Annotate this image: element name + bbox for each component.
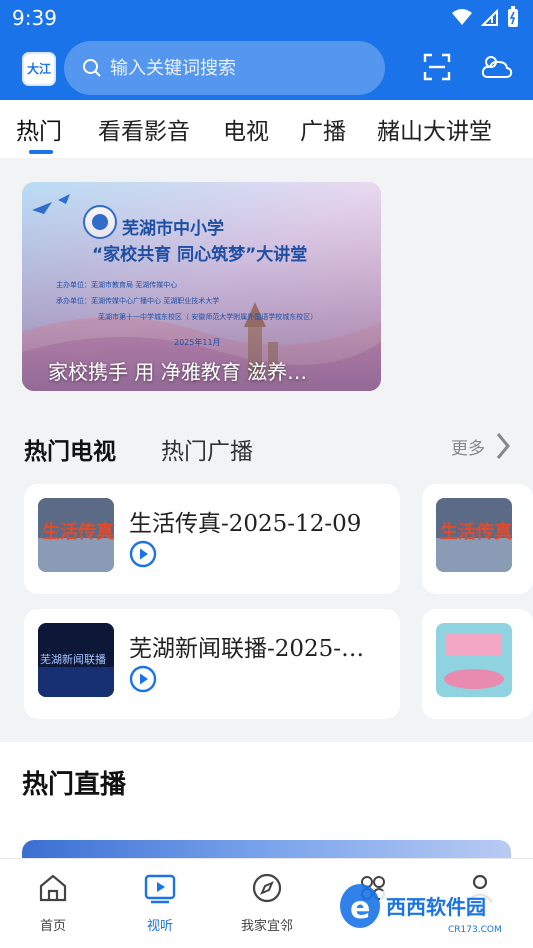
tab-hot-tv[interactable]: 热门电视	[24, 432, 116, 466]
watermark-url: CR173.COM	[448, 925, 502, 935]
watermark-text: 西西软件园	[386, 895, 486, 919]
search-input[interactable]	[110, 57, 360, 79]
program-card[interactable]: 生活传真 生活传真-2025-12-09	[24, 484, 400, 594]
search-icon	[83, 59, 101, 77]
nav-neighbors-label: 我家宜邻	[240, 919, 293, 934]
video-icon	[144, 874, 176, 904]
program-title: 生活传真-2025-12-09	[129, 511, 362, 537]
tab-radio[interactable]: 广播	[300, 112, 346, 146]
tab-lecture[interactable]: 赭山大讲堂	[377, 112, 492, 146]
hot-tv-cards: 生活传真 生活传真-2025-12-09 生活传真 芜湖新闻联播 芜湖新闻联播-…	[0, 476, 533, 719]
thumb-text-life: 生活传真	[42, 521, 114, 543]
nav-home[interactable]: 首页	[13, 871, 93, 934]
tab-media[interactable]: 看看影音	[98, 112, 190, 146]
status-bar: 9:39	[0, 0, 533, 36]
program-thumbnail: 生活传真	[38, 498, 114, 572]
banner-title-line1: 芜湖市中小学	[122, 219, 224, 239]
hot-section-header: 热门电视 热门广播 更多	[0, 416, 533, 476]
battery-icon	[508, 6, 518, 27]
compass-icon	[252, 873, 282, 903]
nav-video-label: 视听	[146, 919, 173, 934]
tab-tv[interactable]: 电视	[223, 112, 269, 146]
banner-date: 2025年11月	[174, 338, 221, 347]
program-card[interactable]	[422, 609, 533, 719]
more-label: 更多	[451, 438, 485, 459]
more-link[interactable]: 更多	[451, 432, 511, 460]
program-thumbnail: 生活传真	[436, 498, 512, 572]
category-tabs: 热门 看看影音 电视 广播 赭山大讲堂	[0, 100, 533, 158]
app-bar: 大江	[0, 40, 533, 96]
banner-org2: 承办单位：芜湖传媒中心广播中心 芜湖职业技术大学	[56, 297, 220, 305]
wifi-icon	[452, 9, 472, 25]
site-watermark: e 西西软件园 CR173.COM	[340, 884, 512, 935]
banner-caption: 家校携手 用 净雅教育 滋养…	[48, 360, 308, 384]
program-title: 芜湖新闻联播-2025-…	[129, 636, 365, 662]
tab-hot[interactable]: 热门	[16, 112, 62, 146]
app-logo-text: 大江	[26, 62, 51, 76]
svg-text:e: e	[350, 891, 370, 926]
chevron-right-icon	[496, 433, 510, 459]
banner-title-line2: “家校共育 同心筑梦”大讲堂	[92, 245, 308, 265]
play-icon[interactable]	[129, 540, 157, 568]
status-icons	[451, 6, 519, 28]
banner-org3: 芜湖市第十一中学城东校区（ 安徽师范大学附属外国语学校城东校区）	[98, 313, 318, 321]
home-icon	[39, 874, 67, 902]
signal-icon	[481, 8, 498, 26]
hot-live-title: 热门直播	[22, 770, 127, 800]
featured-banner[interactable]: 芜湖市中小学 “家校共育 同心筑梦”大讲堂 主办单位：芜湖市教育局 芜湖传媒中心…	[22, 182, 381, 391]
nav-home-label: 首页	[39, 919, 66, 934]
play-icon[interactable]	[129, 665, 157, 693]
program-card[interactable]: 芜湖新闻联播 芜湖新闻联播-2025-…	[24, 609, 400, 719]
program-card[interactable]: 生活传真	[422, 484, 533, 594]
app-logo[interactable]: 大江	[22, 52, 56, 86]
banner-org1: 主办单位：芜湖市教育局 芜湖传媒中心	[56, 281, 178, 289]
thumb-text-life: 生活传真	[440, 521, 512, 543]
app-header: 9:39 大江	[0, 0, 533, 100]
scan-icon[interactable]	[422, 52, 452, 82]
program-thumbnail: 芜湖新闻联播	[38, 623, 114, 697]
nav-neighbors[interactable]: 我家宜邻	[227, 871, 307, 934]
tab-hot-radio[interactable]: 热门广播	[161, 432, 253, 466]
status-time: 9:39	[12, 6, 57, 30]
tab-active-indicator	[29, 150, 53, 154]
weather-icon[interactable]	[480, 52, 514, 82]
thumb-text-news: 芜湖新闻联播	[40, 652, 106, 666]
program-thumbnail	[436, 623, 512, 697]
search-bar[interactable]	[64, 41, 385, 95]
nav-video[interactable]: 视听	[120, 871, 200, 934]
